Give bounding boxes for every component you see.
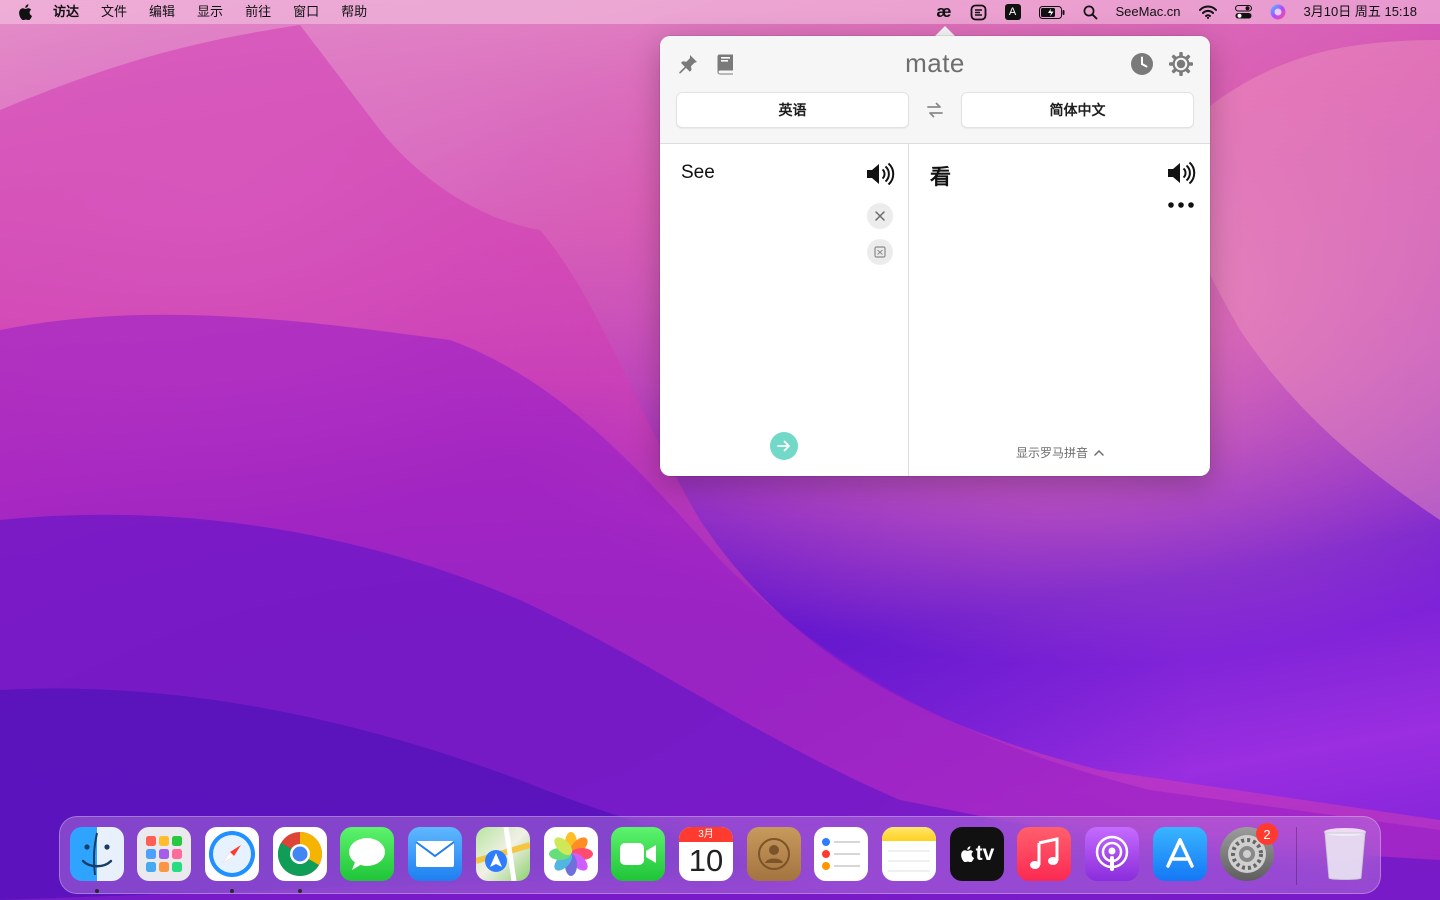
dock-mail-icon[interactable]: [408, 827, 462, 881]
menu-view[interactable]: 显示: [186, 0, 234, 24]
dock-music-icon[interactable]: [1017, 827, 1071, 881]
menu-go[interactable]: 前往: [234, 0, 282, 24]
dock-running-indicator: [95, 889, 99, 893]
clipboard-app-icon[interactable]: [961, 4, 996, 21]
menu-file[interactable]: 文件: [90, 0, 138, 24]
dock-reminders-icon[interactable]: [814, 827, 868, 881]
dock-safari-icon[interactable]: [205, 827, 259, 881]
apple-icon[interactable]: [18, 3, 34, 21]
translator-popover: mate 英语 简体中文 See 看 显示罗马拼音: [660, 36, 1210, 476]
source-text[interactable]: See: [681, 162, 715, 184]
menubar-brand-text[interactable]: SeeMac.cn: [1107, 0, 1190, 24]
dock-notes-icon[interactable]: [882, 827, 936, 881]
calendar-month: 3月: [679, 827, 733, 842]
arrow-right-icon: [777, 440, 790, 452]
dock-calendar-icon[interactable]: 3月 10: [679, 827, 733, 881]
romanization-toggle-label: 显示罗马拼音: [1016, 446, 1089, 460]
source-language-button[interactable]: 英语: [676, 92, 909, 128]
chevron-up-icon: [1094, 449, 1104, 456]
history-icon[interactable]: [1129, 51, 1155, 77]
dock-messages-icon[interactable]: [340, 827, 394, 881]
dock-finder-icon[interactable]: [70, 827, 124, 881]
dock-maps-icon[interactable]: [476, 827, 530, 881]
dock-separator: [1296, 827, 1297, 885]
menubar-clock[interactable]: 3月10日 周五 15:18: [1295, 0, 1426, 24]
tv-label: tv: [975, 842, 995, 865]
popover-header: mate 英语 简体中文: [660, 36, 1210, 144]
gear-icon[interactable]: [1168, 51, 1194, 77]
app-title: mate: [905, 48, 965, 78]
translated-text: 看: [930, 166, 951, 189]
dock-podcasts-icon[interactable]: [1085, 827, 1139, 881]
dock: 3月 10 tv 2: [59, 816, 1381, 894]
close-icon: [875, 211, 885, 221]
control-center-icon[interactable]: [1226, 5, 1261, 19]
dock-facetime-icon[interactable]: [611, 827, 665, 881]
menu-edit[interactable]: 编辑: [138, 0, 186, 24]
dock-launchpad-icon[interactable]: [137, 827, 191, 881]
more-options-icon[interactable]: [1166, 196, 1196, 214]
translate-go-button[interactable]: [770, 432, 798, 460]
dock-trash-icon[interactable]: [1318, 827, 1372, 881]
mate-translate-icon[interactable]: æ: [927, 0, 960, 24]
menu-finder[interactable]: 访达: [42, 0, 90, 24]
notification-badge: 2: [1256, 823, 1278, 845]
clear-text-button[interactable]: [867, 203, 893, 229]
menu-window[interactable]: 窗口: [282, 0, 330, 24]
source-speaker-icon[interactable]: [865, 160, 895, 188]
source-pane[interactable]: See: [660, 144, 909, 476]
siri-icon[interactable]: [1261, 4, 1295, 20]
wifi-icon[interactable]: [1190, 5, 1226, 19]
battery-icon[interactable]: [1030, 5, 1074, 19]
dock-photos-icon[interactable]: [544, 827, 598, 881]
target-language-button[interactable]: 简体中文: [961, 92, 1194, 128]
target-speaker-icon[interactable]: [1166, 159, 1196, 187]
swap-languages-icon[interactable]: [922, 98, 948, 122]
dock-chrome-icon[interactable]: [273, 827, 327, 881]
dock-app-store-icon[interactable]: [1153, 827, 1207, 881]
menu-bar: 访达 文件 编辑 显示 前往 窗口 帮助 æ A SeeMac.cn 3月10日: [0, 0, 1440, 24]
dock-running-indicator: [230, 889, 234, 893]
copy-source-button[interactable]: [867, 239, 893, 265]
dock-tv-icon[interactable]: tv: [950, 827, 1004, 881]
dock-running-indicator: [298, 889, 302, 893]
romanization-toggle[interactable]: 显示罗马拼音: [1016, 444, 1104, 461]
copy-icon: [874, 246, 886, 258]
calendar-day: 10: [688, 843, 724, 878]
dock-contacts-icon[interactable]: [747, 827, 801, 881]
target-pane: 看 显示罗马拼音: [909, 144, 1210, 476]
spotlight-search-icon[interactable]: [1074, 5, 1107, 20]
input-method-icon[interactable]: A: [996, 4, 1030, 20]
menu-help[interactable]: 帮助: [330, 0, 378, 24]
